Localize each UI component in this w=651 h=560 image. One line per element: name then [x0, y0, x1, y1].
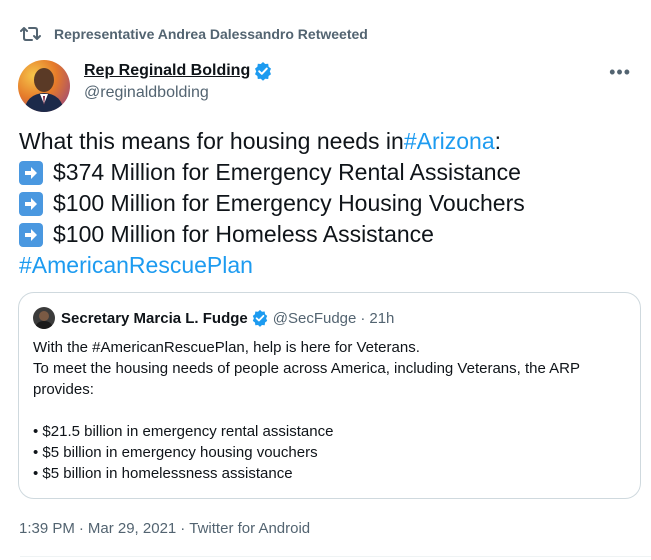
tweet-list-item: $100 Million for Homeless Assistance: [19, 219, 525, 250]
author-handle[interactable]: @reginaldbolding: [84, 84, 273, 102]
retweet-icon: [20, 25, 42, 43]
tweet[interactable]: Representative Andrea Dalessandro Retwee…: [0, 0, 651, 560]
quoted-text-line: To meet the housing needs of people acro…: [33, 360, 581, 377]
quoted-tweet-body: With the #AmericanRescuePlan, help is he…: [33, 337, 580, 484]
hashtag-link[interactable]: #AmericanRescuePlan: [19, 250, 253, 281]
quoted-tweet-time[interactable]: 21h: [369, 310, 394, 327]
tweet-list-text: $374 Million for Emergency Rental Assist…: [53, 159, 521, 185]
verified-badge-icon: [251, 309, 269, 327]
right-arrow-icon: [19, 191, 43, 216]
quoted-text-line: provides:: [33, 381, 94, 398]
tweet-list-text: $100 Million for Homeless Assistance: [53, 221, 434, 247]
more-options-icon[interactable]: •••: [609, 62, 631, 83]
separator-dot: ·: [78, 520, 84, 537]
separator-dot: ·: [360, 309, 366, 327]
tweet-source[interactable]: Twitter for Android: [189, 520, 310, 537]
tweet-list-text: $100 Million for Emergency Housing Vouch…: [53, 190, 525, 216]
right-arrow-icon: [19, 222, 43, 247]
retweet-context[interactable]: Representative Andrea Dalessandro Retwee…: [20, 24, 368, 44]
tweet-time[interactable]: 1:39 PM: [19, 520, 75, 537]
right-arrow-icon: [19, 160, 43, 185]
quoted-tweet[interactable]: Secretary Marcia L. Fudge @SecFudge · 21…: [18, 292, 641, 499]
quoted-author-avatar[interactable]: [33, 307, 55, 329]
quoted-bullet: • $21.5 billion in emergency rental assi…: [33, 423, 334, 440]
tweet-text: What this means for housing needs in: [19, 128, 404, 154]
tweet-line-intro: What this means for housing needs in #Ar…: [19, 126, 525, 157]
author-block: Rep Reginald Bolding @reginaldbolding: [84, 61, 273, 102]
separator-dot: ·: [180, 520, 186, 537]
quoted-bullet: • $5 billion in homelessness assistance: [33, 465, 293, 482]
divider: [20, 556, 651, 557]
hashtag-link[interactable]: #Arizona: [404, 126, 495, 157]
author-avatar[interactable]: [18, 60, 70, 112]
tweet-body: What this means for housing needs in #Ar…: [19, 126, 525, 281]
retweet-label[interactable]: Representative Andrea Dalessandro Retwee…: [54, 26, 368, 42]
verified-badge-icon: [253, 61, 273, 81]
tweet-list-item: $100 Million for Emergency Housing Vouch…: [19, 188, 525, 219]
tweet-list-item: $374 Million for Emergency Rental Assist…: [19, 157, 525, 188]
quoted-text-line: With the #AmericanRescuePlan, help is he…: [33, 339, 420, 356]
author-name[interactable]: Rep Reginald Bolding: [84, 62, 250, 80]
quoted-author-handle[interactable]: @SecFudge: [273, 310, 357, 327]
tweet-metadata: 1:39 PM · Mar 29, 2021 · Twitter for Android: [19, 520, 310, 537]
quoted-author-name[interactable]: Secretary Marcia L. Fudge: [61, 310, 248, 327]
quoted-bullet: • $5 billion in emergency housing vouche…: [33, 444, 318, 461]
tweet-text: :: [494, 128, 501, 154]
tweet-date[interactable]: Mar 29, 2021: [88, 520, 176, 537]
quoted-tweet-header: Secretary Marcia L. Fudge @SecFudge · 21…: [33, 307, 394, 329]
tweet-line-hashtag: #AmericanRescuePlan: [19, 250, 525, 281]
